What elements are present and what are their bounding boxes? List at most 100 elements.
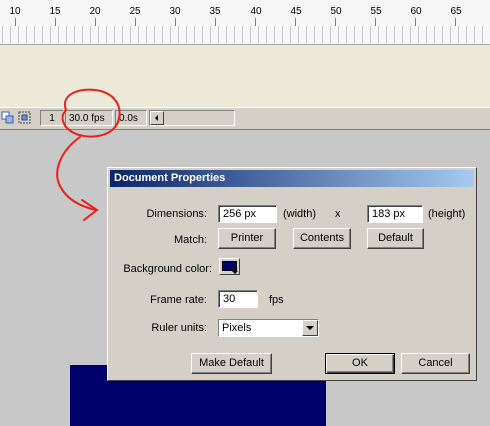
- frame-cell-divider: [410, 26, 411, 43]
- background-color-picker[interactable]: [219, 258, 240, 275]
- frame-cell-divider: [154, 26, 155, 43]
- frame-cell-divider: [218, 26, 219, 43]
- dialog-titlebar[interactable]: Document Properties: [110, 170, 474, 187]
- frame-cell-divider: [442, 26, 443, 43]
- edit-markers-icon[interactable]: [18, 111, 32, 125]
- ruler-tick-label: 25: [129, 6, 141, 17]
- frame-cell-divider: [338, 26, 339, 43]
- width-suffix: (width): [283, 208, 317, 220]
- horizontal-scrollbar[interactable]: [149, 110, 235, 126]
- frame-cell-divider: [346, 26, 347, 43]
- ruler-tick-mark: [15, 18, 16, 26]
- match-contents-button[interactable]: Contents: [293, 228, 351, 249]
- dialog-title: Document Properties: [114, 172, 226, 184]
- ruler-tick-label: 30: [169, 6, 181, 17]
- frame-cell-divider: [10, 26, 11, 43]
- frame-rate-readout[interactable]: 30.0 fps: [65, 110, 113, 126]
- frame-cell-divider: [274, 26, 275, 43]
- frame-cell-divider: [90, 26, 91, 43]
- match-label: Match:: [173, 234, 207, 246]
- onion-skin-icon[interactable]: [1, 111, 15, 125]
- ruler-tick-label: 65: [450, 6, 462, 17]
- ruler-tick-label: 60: [410, 6, 422, 17]
- frame-cell-divider: [66, 26, 67, 43]
- frame-rate-label: Frame rate:: [150, 294, 207, 306]
- ruler-tick-mark: [175, 18, 176, 26]
- ruler-units-value: Pixels: [222, 322, 252, 334]
- ok-button[interactable]: OK: [325, 353, 395, 374]
- frame-cell-divider: [146, 26, 147, 43]
- frame-cell-divider: [394, 26, 395, 43]
- frame-cell-divider: [290, 26, 291, 43]
- frame-cell-divider: [202, 26, 203, 43]
- frame-cell-divider: [466, 26, 467, 43]
- frame-rate-input[interactable]: 30: [218, 290, 258, 308]
- height-suffix: (height): [428, 208, 466, 220]
- frame-cell-divider: [34, 26, 35, 43]
- frame-cell-divider: [322, 26, 323, 43]
- frame-cell-divider: [354, 26, 355, 43]
- ruler-tick-mark: [295, 18, 296, 26]
- timeline-panel: 10 15 20 25 30 35 40 45 50 55 60 65: [0, 0, 490, 107]
- frame-cell-divider: [402, 26, 403, 43]
- ruler-tick-label: 55: [370, 6, 382, 17]
- frame-cell-divider: [58, 26, 59, 43]
- ruler-tick-mark: [55, 18, 56, 26]
- frame-cell-divider: [482, 26, 483, 43]
- ruler-tick-label: 50: [330, 6, 342, 17]
- frame-cell-divider: [258, 26, 259, 43]
- ruler-units-select[interactable]: Pixels: [218, 319, 319, 337]
- frame-cell-divider: [362, 26, 363, 43]
- frame-cell-divider: [306, 26, 307, 43]
- frame-ruler[interactable]: 10 15 20 25 30 35 40 45 50 55 60 65: [0, 0, 490, 45]
- dimensions-label: Dimensions:: [146, 208, 207, 220]
- frame-cell-divider: [210, 26, 211, 43]
- cancel-button[interactable]: Cancel: [401, 353, 470, 374]
- timeline-status-bar: 1 30.0 fps 0.0s: [0, 107, 490, 130]
- match-printer-button[interactable]: Printer: [218, 228, 276, 249]
- frame-rate-unit: fps: [269, 294, 284, 306]
- frame-cell-divider: [162, 26, 163, 43]
- frame-cell-divider: [418, 26, 419, 43]
- color-swatch: [222, 261, 237, 271]
- frame-cell-divider: [370, 26, 371, 43]
- frame-cell-divider: [314, 26, 315, 43]
- frame-cell-divider: [458, 26, 459, 43]
- select-dropdown-button[interactable]: [302, 320, 318, 336]
- ruler-tick-label: 15: [49, 6, 61, 17]
- ruler-tick-label: 10: [9, 6, 21, 17]
- make-default-button[interactable]: Make Default: [191, 353, 272, 374]
- height-input[interactable]: 183 px: [367, 205, 423, 223]
- frame-cell-divider: [226, 26, 227, 43]
- frame-cell-divider: [130, 26, 131, 43]
- match-default-button[interactable]: Default: [367, 228, 424, 249]
- ruler-tick-label: 45: [290, 6, 302, 17]
- current-frame: 1: [40, 110, 64, 126]
- frame-cell-divider: [26, 26, 27, 43]
- background-color-label: Background color:: [123, 263, 212, 275]
- ruler-tick-mark: [455, 18, 456, 26]
- frame-cell-divider: [426, 26, 427, 43]
- chevron-down-icon: [306, 326, 314, 330]
- document-properties-dialog: Document Properties Dimensions: 256 px (…: [107, 167, 477, 381]
- ruler-tick-label: 40: [250, 6, 262, 17]
- ruler-tick-mark: [135, 18, 136, 26]
- frame-cell-divider: [186, 26, 187, 43]
- scroll-left-button[interactable]: [150, 111, 164, 125]
- frame-cell-divider: [386, 26, 387, 43]
- width-input[interactable]: 256 px: [218, 205, 277, 223]
- ruler-tick-mark: [415, 18, 416, 26]
- frame-cell-divider: [170, 26, 171, 43]
- ruler-units-label: Ruler units:: [151, 322, 207, 334]
- frame-cell-divider: [194, 26, 195, 43]
- frame-cell-divider: [434, 26, 435, 43]
- frame-cell-divider: [74, 26, 75, 43]
- frame-cell-divider: [42, 26, 43, 43]
- ruler-tick-mark: [215, 18, 216, 26]
- frame-cell-divider: [114, 26, 115, 43]
- frame-cell-divider: [106, 26, 107, 43]
- frame-cell-divider: [298, 26, 299, 43]
- frame-cell-divider: [330, 26, 331, 43]
- frame-cell-divider: [378, 26, 379, 43]
- frame-cell-divider: [82, 26, 83, 43]
